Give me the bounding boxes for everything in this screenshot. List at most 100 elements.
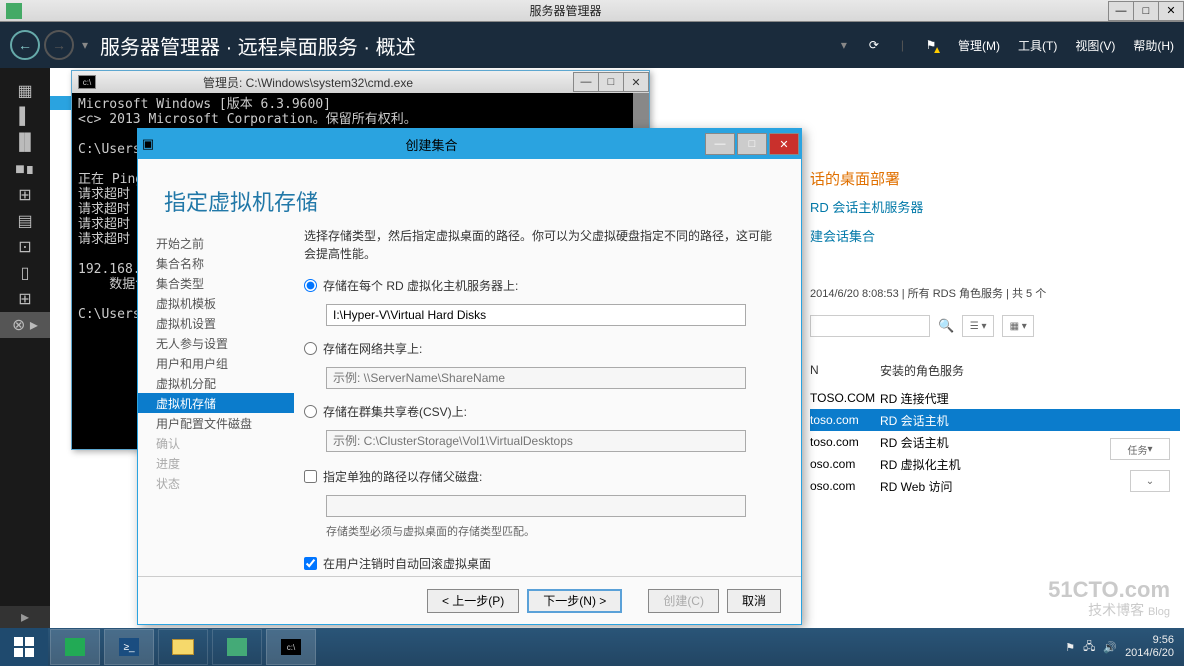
radio-store-each-host[interactable]	[304, 279, 317, 292]
tasks-dropdown[interactable]: 任务 ▾	[1110, 438, 1170, 460]
rail-dashboard-icon[interactable]: ▦	[0, 78, 50, 104]
rail-local-server-icon[interactable]: ▌	[0, 104, 50, 130]
create-button: 创建(C)	[648, 589, 719, 613]
menu-view[interactable]: 视图(V)	[1075, 37, 1115, 54]
rail-item-icon[interactable]: ⊡	[0, 234, 50, 260]
wizard-nav-item[interactable]: 开始之前	[138, 233, 294, 253]
wizard-description: 选择存储类型，然后指定虚拟桌面的路径。你可以为父虚拟硬盘指定不同的路径，这可能会…	[304, 227, 777, 263]
taskbar-powershell[interactable]: ≥_	[104, 629, 154, 665]
wizard-nav-item[interactable]: 虚拟机设置	[138, 313, 294, 333]
wizard-nav-item[interactable]: 虚拟机模板	[138, 293, 294, 313]
system-tray[interactable]: ⚑ 🖧 🔊 9:56 2014/6/20	[1065, 634, 1184, 660]
maximize-button[interactable]: □	[1133, 1, 1159, 21]
watermark: 51CTO.com 技术博客 Blog	[1048, 580, 1170, 622]
wizard-nav-item[interactable]: 用户和用户组	[138, 353, 294, 373]
breadcrumb[interactable]: 服务器管理器 · 远程桌面服务 · 概述	[100, 31, 841, 60]
checkbox-parent-disk-path[interactable]	[304, 470, 317, 483]
rail-expand-icon[interactable]: ▸	[0, 606, 50, 628]
wizard-nav-item[interactable]: 集合类型	[138, 273, 294, 293]
wizard-minimize-button[interactable]: —	[705, 133, 735, 155]
taskbar-cmd[interactable]: c:\	[266, 629, 316, 665]
wizard-footer: < 上一步(P) 下一步(N) > 创建(C) 取消	[138, 576, 801, 624]
taskbar-item[interactable]	[212, 629, 262, 665]
close-button[interactable]: ✕	[1158, 1, 1184, 21]
wizard-nav-item: 确认	[138, 433, 294, 453]
radio-label[interactable]: 存储在每个 RD 虚拟化主机服务器上:	[323, 277, 518, 294]
radio-store-csv[interactable]	[304, 405, 317, 418]
rail-all-servers-icon[interactable]: ▐▌	[0, 130, 50, 156]
cancel-button[interactable]: 取消	[727, 589, 781, 613]
prev-button[interactable]: < 上一步(P)	[427, 589, 519, 613]
table-row[interactable]: oso.comRD Web 访问	[810, 475, 1180, 497]
menu-help[interactable]: 帮助(H)	[1133, 37, 1174, 54]
wizard-nav-item: 状态	[138, 473, 294, 493]
taskbar-explorer[interactable]	[158, 629, 208, 665]
rail-item-icon[interactable]: ▯	[0, 260, 50, 286]
col-header[interactable]: N	[810, 363, 880, 377]
minimize-button[interactable]: —	[1108, 1, 1134, 21]
nav-back-button[interactable]: ←	[10, 30, 40, 60]
wizard-titlebar[interactable]: ▣ 创建集合 — □ ✕	[138, 129, 801, 159]
server-manager-ribbon: ← → ▾ 服务器管理器 · 远程桌面服务 · 概述 ▾ ⟳ | ⚑ 管理(M)…	[0, 22, 1184, 68]
next-button[interactable]: 下一步(N) >	[527, 589, 622, 613]
filter-dropdown-1[interactable]: ☰ ▾	[962, 315, 994, 337]
col-header[interactable]: 安装的角色服务	[880, 362, 1000, 379]
search-icon[interactable]: 🔍	[938, 318, 954, 334]
refresh-icon[interactable]: ⟳	[865, 36, 883, 54]
path-input-share	[326, 367, 746, 389]
cmd-maximize-button[interactable]: □	[598, 72, 624, 92]
wizard-maximize-button[interactable]: □	[737, 133, 767, 155]
wizard-nav-item[interactable]: 虚拟机存储	[138, 393, 294, 413]
wizard-nav-item[interactable]: 用户配置文件磁盘	[138, 413, 294, 433]
rail-item-icon[interactable]: ■∎	[0, 156, 50, 182]
expand-dropdown[interactable]: ⌄	[1130, 470, 1170, 492]
tray-clock[interactable]: 9:56 2014/6/20	[1125, 634, 1174, 660]
app-titlebar: 服务器管理器 — □ ✕	[0, 0, 1184, 22]
radio-label[interactable]: 存储在网络共享上:	[323, 340, 422, 357]
table-row[interactable]: toso.comRD 会话主机	[810, 409, 1180, 431]
radio-label[interactable]: 存储在群集共享卷(CSV)上:	[323, 403, 467, 420]
wizard-close-button[interactable]: ✕	[769, 133, 799, 155]
tray-flag-icon[interactable]: ⚑	[1065, 641, 1075, 654]
link-create-collection[interactable]: 建会话集合	[810, 226, 1180, 245]
rail-item-icon[interactable]: ▤	[0, 208, 50, 234]
rail-item-icon[interactable]: ⊞	[0, 286, 50, 312]
table-row[interactable]: TOSO.COMRD 连接代理	[810, 387, 1180, 409]
cmd-close-button[interactable]: ✕	[623, 72, 649, 92]
left-rail: ▦ ▌ ▐▌ ■∎ ⊞ ▤ ⊡ ▯ ⊞ ⊗ ▸ ▸	[0, 68, 50, 628]
tray-sound-icon[interactable]: 🔊	[1103, 641, 1117, 654]
cmd-titlebar[interactable]: c:\ 管理员: C:\Windows\system32\cmd.exe — □…	[72, 71, 649, 93]
wizard-page-heading: 指定虚拟机存储	[138, 159, 801, 227]
start-button[interactable]	[0, 628, 48, 666]
link-rd-session-host[interactable]: RD 会话主机服务器	[810, 197, 1180, 216]
path-input-csv	[326, 430, 746, 452]
taskbar: ≥_ c:\ ⚑ 🖧 🔊 9:56 2014/6/20	[0, 628, 1184, 666]
rail-rds-icon[interactable]: ⊗ ▸	[0, 312, 50, 338]
cmd-title: 管理员: C:\Windows\system32\cmd.exe	[102, 74, 574, 91]
wizard-nav-item[interactable]: 虚拟机分配	[138, 373, 294, 393]
wizard-nav-item[interactable]: 集合名称	[138, 253, 294, 273]
deployment-title: 话的桌面部署	[810, 168, 1180, 189]
wizard-nav-item[interactable]: 无人参与设置	[138, 333, 294, 353]
checkbox-label[interactable]: 在用户注销时自动回滚虚拟桌面	[323, 555, 491, 572]
nav-forward-button[interactable]: →	[44, 30, 74, 60]
path-input-host[interactable]	[326, 304, 746, 326]
cmd-minimize-button[interactable]: —	[573, 72, 599, 92]
radio-store-share[interactable]	[304, 342, 317, 355]
status-line: 2014/6/20 8:08:53 | 所有 RDS 角色服务 | 共 5 个	[810, 285, 1046, 301]
filter-dropdown-2[interactable]: ▦ ▾	[1002, 315, 1034, 337]
checkbox-rollback-on-logoff[interactable]	[304, 557, 317, 570]
app-title: 服务器管理器	[22, 2, 1109, 19]
menu-manage[interactable]: 管理(M)	[958, 37, 1000, 54]
wizard-content: 选择存储类型，然后指定虚拟桌面的路径。你可以为父虚拟硬盘指定不同的路径，这可能会…	[294, 227, 801, 576]
tray-network-icon[interactable]: 🖧	[1083, 638, 1095, 657]
menu-tools[interactable]: 工具(T)	[1018, 37, 1057, 54]
rail-item-icon[interactable]: ⊞	[0, 182, 50, 208]
servers-table: N 安装的角色服务 TOSO.COMRD 连接代理toso.comRD 会话主机…	[810, 359, 1180, 497]
taskbar-server-manager[interactable]	[50, 629, 100, 665]
wizard-icon: ▣	[138, 136, 158, 152]
parent-disk-path-input	[326, 495, 746, 517]
search-input[interactable]	[810, 315, 930, 337]
checkbox-label[interactable]: 指定单独的路径以存储父磁盘:	[323, 468, 482, 485]
notifications-flag-icon[interactable]: ⚑	[922, 36, 940, 54]
